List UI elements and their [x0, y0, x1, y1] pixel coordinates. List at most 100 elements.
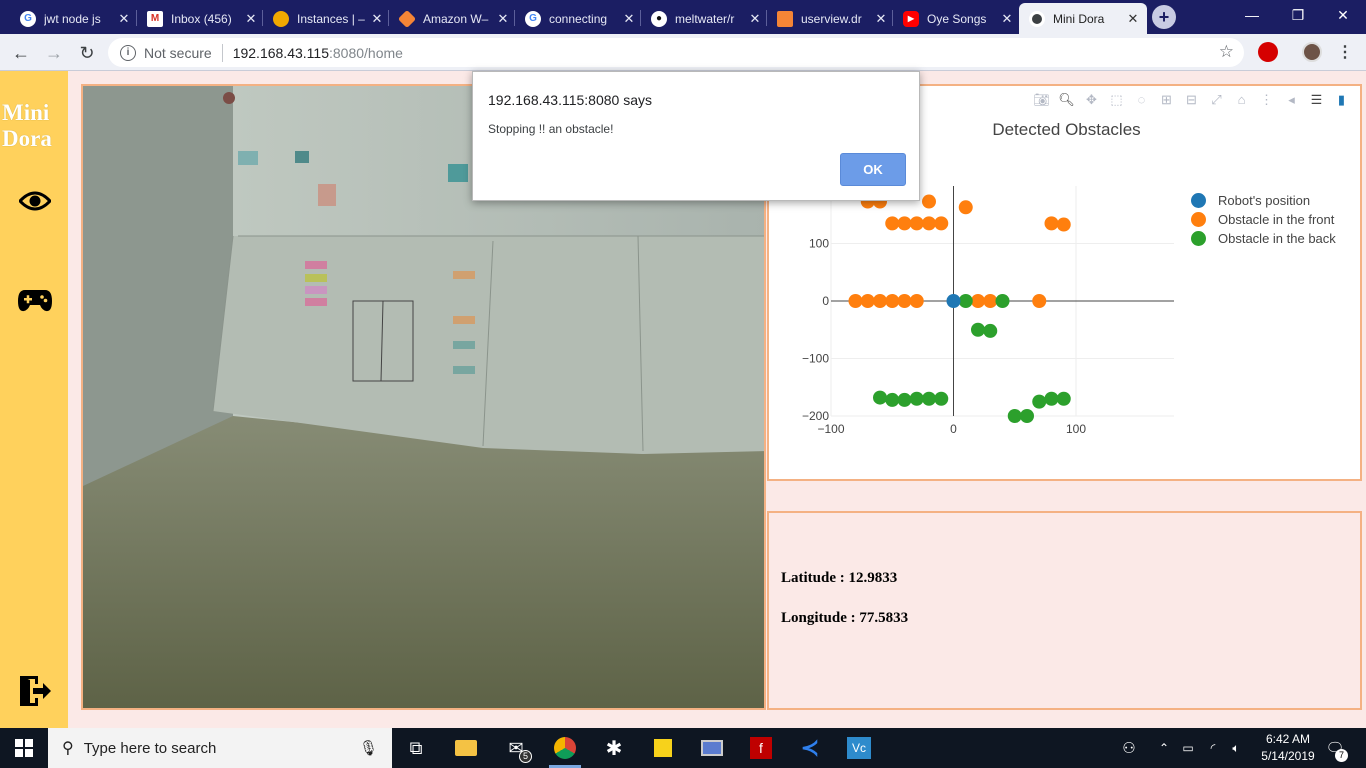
tab-connecting[interactable]: G connecting ✕ [515, 3, 643, 34]
tab-meltwater[interactable]: ● meltwater/r ✕ [641, 3, 769, 34]
menu-kebab-icon[interactable]: ⋮ [1332, 40, 1358, 66]
legend-item-back[interactable]: Obstacle in the back [1189, 229, 1336, 248]
data-point[interactable] [922, 216, 936, 231]
reload-button[interactable]: ↻ [74, 40, 100, 66]
close-tab-icon[interactable]: ✕ [243, 11, 259, 27]
data-point[interactable] [934, 391, 949, 406]
bookmark-star-icon[interactable]: ☆ [1219, 42, 1234, 62]
tab-inbox[interactable]: M Inbox (456) ✕ [137, 3, 265, 34]
data-point[interactable] [1007, 409, 1022, 423]
info-icon[interactable]: i [120, 44, 136, 61]
data-point[interactable] [1056, 217, 1071, 232]
address-bar[interactable]: i Not secure 192.168.43.115 :8080/home ☆ [108, 38, 1244, 67]
data-point[interactable] [971, 322, 985, 337]
legend-item-front[interactable]: Obstacle in the front [1189, 210, 1336, 229]
longitude-readout: Longitude : 77.5833 [781, 610, 908, 627]
data-point[interactable] [1032, 294, 1047, 308]
y-tick-label: 0 [822, 294, 829, 308]
close-tab-icon[interactable]: ✕ [495, 11, 511, 27]
forward-button[interactable]: → [41, 40, 67, 66]
close-tab-icon[interactable]: ✕ [747, 11, 763, 27]
logout-icon[interactable] [16, 676, 54, 706]
data-point[interactable] [1056, 391, 1071, 406]
legend-item-robot[interactable]: Robot's position [1189, 191, 1336, 210]
data-point[interactable] [971, 294, 985, 308]
data-point[interactable] [983, 294, 998, 308]
new-tab-button[interactable]: + [1152, 5, 1176, 29]
data-point[interactable] [909, 216, 924, 231]
vc-app-icon[interactable]: Vc [839, 732, 879, 764]
close-tab-icon[interactable]: ✕ [873, 11, 889, 27]
wifi-icon[interactable]: ◜ [1203, 728, 1223, 768]
data-point[interactable] [909, 294, 924, 308]
data-point[interactable] [958, 294, 973, 308]
data-point[interactable] [897, 216, 912, 231]
close-tab-icon[interactable]: ✕ [116, 11, 132, 27]
taskbar-search[interactable]: ⚲ Type here to search 🎙︎ [48, 728, 392, 768]
data-point[interactable] [995, 294, 1010, 308]
remote-desktop-icon[interactable] [692, 732, 732, 764]
tab-oye-songs[interactable]: ▶ Oye Songs ✕ [893, 3, 1021, 34]
data-point[interactable] [897, 294, 912, 308]
profile-avatar[interactable] [1302, 42, 1322, 62]
y-tick-label: −100 [802, 352, 829, 366]
data-point[interactable] [885, 392, 900, 407]
security-status[interactable]: Not secure [144, 45, 212, 61]
notifications-icon[interactable]: 🗨︎ 7 [1322, 728, 1348, 768]
alert-ok-button[interactable]: OK [840, 153, 906, 186]
volume-icon[interactable]: 🔈︎ [1226, 728, 1246, 768]
data-point[interactable] [1020, 409, 1034, 423]
tab-title: Mini Dora [1053, 11, 1105, 26]
close-tab-icon[interactable]: ✕ [621, 11, 637, 27]
gamepad-icon[interactable] [16, 285, 54, 315]
data-point[interactable] [1044, 216, 1059, 231]
file-explorer-icon[interactable] [446, 732, 486, 764]
close-tab-icon[interactable]: ✕ [999, 11, 1015, 27]
microphone-icon[interactable]: 🎙︎ [359, 739, 378, 757]
task-view-icon[interactable]: ⧉ [396, 732, 436, 764]
youtube-icon: ▶ [903, 10, 919, 27]
data-point[interactable] [873, 390, 887, 405]
show-hidden-icons-chevron[interactable]: ⌃ [1155, 728, 1173, 768]
data-point[interactable] [885, 216, 900, 231]
data-point[interactable] [983, 323, 998, 338]
close-tab-icon[interactable]: ✕ [369, 11, 385, 27]
close-tab-icon[interactable]: ✕ [1125, 11, 1141, 27]
vscode-icon[interactable]: ≺ [790, 732, 830, 764]
people-icon[interactable]: ⚇ [1118, 728, 1140, 768]
tab-jwt-node-js[interactable]: G jwt node js ✕ [10, 3, 138, 34]
data-point[interactable] [873, 294, 887, 308]
tab-mini-dora[interactable]: Mini Dora ✕ [1019, 3, 1147, 34]
tab-userview[interactable]: userview.dr ✕ [767, 3, 895, 34]
close-window-button[interactable]: ✕ [1320, 0, 1366, 30]
data-point[interactable] [1032, 394, 1047, 409]
data-point[interactable] [909, 391, 924, 406]
data-point[interactable] [934, 216, 949, 231]
system-clock[interactable]: 6:42 AM 5/14/2019 [1255, 731, 1321, 765]
data-point[interactable] [897, 392, 912, 407]
back-button[interactable]: ← [8, 40, 34, 66]
data-point[interactable] [946, 294, 961, 308]
data-point[interactable] [860, 294, 875, 308]
slack-icon[interactable]: ✱ [594, 732, 634, 764]
eye-icon[interactable] [16, 186, 54, 216]
data-point[interactable] [922, 391, 936, 406]
data-point[interactable] [958, 200, 973, 215]
data-point[interactable] [922, 194, 936, 209]
filezilla-icon[interactable]: f [741, 732, 781, 764]
restore-button[interactable]: ❐ [1275, 0, 1321, 30]
tab-amazon[interactable]: Amazon W– ✕ [389, 3, 517, 34]
minimize-button[interactable]: — [1229, 0, 1275, 30]
extension-icon[interactable] [1258, 42, 1278, 62]
chart-legend: Robot's position Obstacle in the front O… [1189, 191, 1336, 248]
sticky-notes-icon[interactable] [643, 732, 683, 764]
chrome-taskbar-icon[interactable] [545, 732, 585, 768]
mail-icon[interactable]: ✉ 5 [496, 732, 536, 764]
legend-label: Obstacle in the front [1218, 212, 1335, 227]
data-point[interactable] [848, 294, 863, 308]
battery-icon[interactable]: ▭ [1178, 728, 1198, 768]
tab-instances[interactable]: Instances | – ✕ [263, 3, 391, 34]
data-point[interactable] [1044, 391, 1059, 406]
start-button[interactable] [0, 728, 48, 768]
data-point[interactable] [885, 294, 900, 308]
